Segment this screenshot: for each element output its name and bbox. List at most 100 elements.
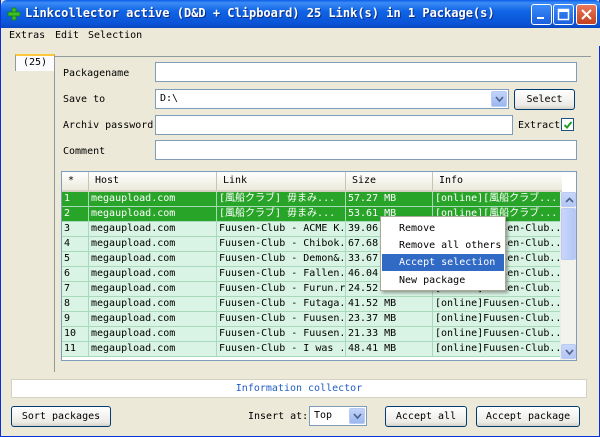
close-button[interactable]: [576, 4, 597, 25]
chevron-down-icon: [353, 413, 362, 420]
archiv-password-label: Archiv password: [63, 120, 154, 131]
table-cell-n: 5: [62, 252, 89, 266]
table-cell-host: megaupload.com: [89, 192, 217, 206]
title-bar[interactable]: Linkcollector active (D&D + Clipboard) 2…: [1, 0, 600, 28]
package-tab[interactable]: (25): [15, 54, 55, 71]
context-new-package[interactable]: New package: [382, 272, 504, 289]
table-cell-host: megaupload.com: [89, 342, 217, 356]
table-cell-n: 2: [62, 207, 89, 221]
table-cell-link: Fuusen-Club - Futaga...: [219, 297, 346, 311]
table-cell-n: 4: [62, 237, 89, 251]
comment-field[interactable]: [155, 140, 577, 160]
context-remove-all-others[interactable]: Remove all others: [382, 237, 504, 254]
table-cell-link: Fuusen-Club - Chibok...: [219, 237, 346, 251]
table-cell-n: 7: [62, 282, 89, 296]
table-cell-link: Fuusen-Club - Fuusen...: [219, 312, 346, 326]
maximize-button[interactable]: [553, 4, 574, 25]
save-to-label: Save to: [63, 94, 106, 105]
column-header-link[interactable]: Link: [217, 172, 346, 190]
minimize-icon: [537, 17, 544, 19]
table-row[interactable]: 1 megaupload.com [風船クラブ] 毋まみ... 57.27 MB [on…: [62, 192, 562, 207]
column-header-host[interactable]: Host: [89, 172, 217, 190]
close-icon: [581, 9, 592, 20]
column-header-info[interactable]: Info: [433, 172, 562, 190]
table-cell-n: 6: [62, 267, 89, 281]
checkmark-icon: [563, 121, 573, 129]
table-cell-size: 57.27 MB: [346, 192, 433, 206]
insert-at-value: Top: [314, 410, 333, 421]
save-to-combobox[interactable]: D:\: [155, 89, 509, 109]
table-cell-host: megaupload.com: [89, 327, 217, 341]
table-cell-link: Fuusen-Club - Demon&...: [219, 252, 346, 266]
table-cell-n: 11: [62, 342, 89, 356]
insert-at-label: Insert at:: [248, 411, 309, 422]
table-cell-size: 21.33 MB: [346, 327, 433, 341]
table-cell-host: megaupload.com: [89, 297, 217, 311]
table-cell-size: 48.41 MB: [346, 342, 433, 356]
packagename-field[interactable]: [155, 62, 577, 82]
table-cell-info: [online][風船クラブ...: [433, 192, 562, 206]
context-menu: Remove Remove all others Accept selectio…: [380, 216, 506, 291]
table-cell-n: 9: [62, 312, 89, 326]
table-cell-link: [風船クラブ] 毋まみ...: [217, 192, 346, 206]
table-cell-host: megaupload.com: [89, 252, 217, 266]
accept-package-button[interactable]: Accept package: [476, 406, 580, 427]
column-header-star[interactable]: *: [62, 172, 89, 190]
table-row[interactable]: 8 megaupload.com Fuusen-Club - Futaga... 41…: [62, 297, 562, 312]
table-cell-host: megaupload.com: [89, 312, 217, 326]
table-cell-host: megaupload.com: [89, 222, 217, 236]
menu-selection[interactable]: Selection: [88, 30, 142, 41]
plus-app-icon: [7, 7, 21, 21]
table-cell-info: [online]Fuusen-Club...: [435, 342, 562, 356]
table-cell-size: 23.37 MB: [346, 312, 433, 326]
table-cell-link: Fuusen-Club - I was ...: [219, 342, 346, 356]
chevron-down-icon: [495, 96, 504, 103]
save-to-value: D:\: [160, 93, 179, 104]
table-row[interactable]: 9 megaupload.com Fuusen-Club - Fuusen... 23…: [62, 312, 562, 327]
save-to-dropdown-button[interactable]: [491, 91, 507, 107]
window-title: Linkcollector active (D&D + Clipboard) 2…: [25, 6, 495, 20]
table-cell-link: Fuusen-Club - Fallen...: [219, 267, 346, 281]
table-cell-link: [風船クラブ] 毋まみ...: [217, 207, 346, 221]
packagename-label: Packagename: [63, 68, 130, 79]
extract-checkbox[interactable]: [561, 118, 574, 131]
scroll-down-button[interactable]: [561, 344, 576, 359]
minimize-button[interactable]: [531, 4, 552, 25]
chevron-down-icon: [565, 349, 574, 356]
context-accept-selection[interactable]: Accept selection: [382, 254, 504, 271]
menu-bar: Extras Edit Selection: [1, 28, 600, 46]
scroll-up-button[interactable]: [561, 192, 576, 207]
table-cell-link: Fuusen-Club - Furun.rar: [219, 282, 346, 296]
table-cell-info: [online]Fuusen-Club...: [435, 312, 562, 326]
table-row[interactable]: 11 megaupload.com Fuusen-Club - I was ... 4…: [62, 342, 562, 357]
table-cell-info: [online]Fuusen-Club...: [435, 327, 562, 341]
maximize-icon: [557, 8, 570, 21]
insert-at-combobox[interactable]: Top: [309, 406, 367, 426]
table-cell-info: [online]Fuusen-Club...: [435, 297, 562, 311]
table-cell-link: Fuusen-Club - ACME K...: [219, 222, 346, 236]
table-cell-host: megaupload.com: [89, 282, 217, 296]
extract-label: Extract: [518, 120, 561, 131]
table-cell-size: 41.52 MB: [346, 297, 433, 311]
table-header: * Host Link Size Info: [62, 172, 562, 192]
archiv-password-field[interactable]: [155, 115, 513, 135]
accept-all-button[interactable]: Accept all: [385, 406, 467, 427]
information-collector-bar: Information collector: [11, 379, 587, 398]
menu-extras[interactable]: Extras: [9, 30, 45, 41]
table-cell-host: megaupload.com: [89, 237, 217, 251]
insert-at-dropdown-button[interactable]: [349, 408, 365, 424]
context-remove[interactable]: Remove: [382, 220, 504, 237]
select-button[interactable]: Select: [514, 89, 575, 110]
table-scrollbar[interactable]: [560, 192, 576, 360]
table-cell-n: 8: [62, 297, 89, 311]
table-cell-host: megaupload.com: [89, 207, 217, 221]
table-row[interactable]: 10 megaupload.com Fuusen-Club - Fuusen... 2…: [62, 327, 562, 342]
scroll-thumb[interactable]: [561, 208, 576, 260]
menu-edit[interactable]: Edit: [55, 30, 79, 41]
sort-packages-button[interactable]: Sort packages: [11, 406, 111, 427]
column-header-size[interactable]: Size: [346, 172, 433, 190]
table-cell-n: 3: [62, 222, 89, 236]
linkcollector-window: Linkcollector active (D&D + Clipboard) 2…: [0, 0, 600, 437]
table-cell-n: 10: [62, 327, 89, 341]
comment-label: Comment: [63, 146, 106, 157]
